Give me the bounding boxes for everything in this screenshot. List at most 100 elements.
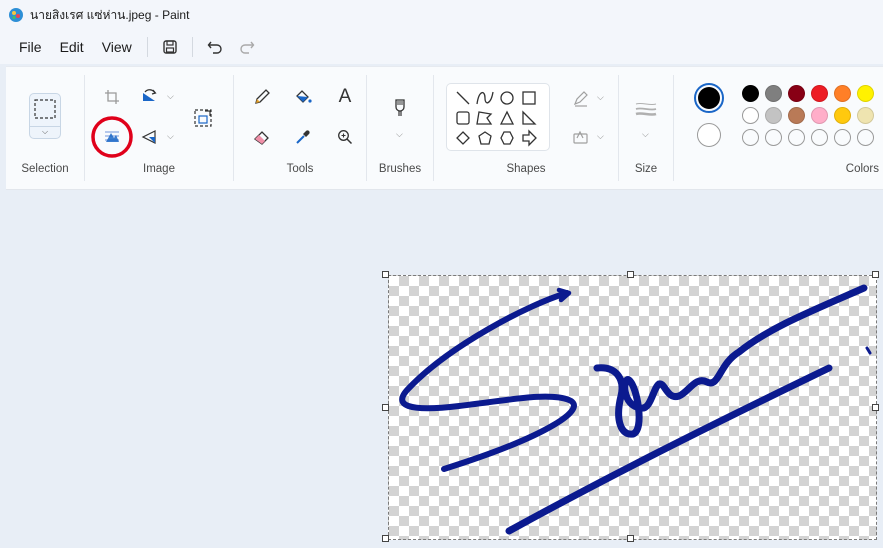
size-group: ⌵ Size <box>619 67 673 189</box>
rounded-rectangle-shape-icon <box>456 111 470 125</box>
color-swatch[interactable] <box>788 107 805 124</box>
window-title: นายสิงเรศ แซ่ห่าน.jpeg - Paint <box>30 7 190 22</box>
selection-button[interactable]: ⌵ <box>29 93 61 139</box>
triangle-shape-icon <box>499 110 515 125</box>
curve-shape-icon <box>476 91 494 105</box>
rotate-chevron-icon[interactable]: ⌵ <box>167 91 174 102</box>
flip-icon <box>141 130 156 144</box>
chevron-down-icon: ⌵ <box>30 126 60 137</box>
crop-icon <box>105 90 119 104</box>
color-swatch[interactable] <box>834 107 851 124</box>
color-swatch[interactable] <box>857 107 874 124</box>
menu-edit[interactable]: Edit <box>51 39 93 55</box>
resize-icon <box>194 109 212 127</box>
fill-tool[interactable] <box>289 83 317 111</box>
brushes-label: Brushes <box>378 163 422 175</box>
size-button[interactable] <box>632 95 660 123</box>
size-label: Size <box>634 163 658 175</box>
color-swatch[interactable] <box>834 85 851 102</box>
brushes-group: ⌵ Brushes <box>367 67 433 189</box>
menu-view[interactable]: View <box>93 39 141 55</box>
diamond-shape-icon <box>456 131 470 145</box>
paint-app-icon <box>9 8 23 22</box>
empty-color-slot[interactable] <box>765 129 782 146</box>
shape-fill-button[interactable] <box>567 123 595 151</box>
colors-label: Colors <box>845 163 879 175</box>
color-swatch[interactable] <box>788 85 805 102</box>
canvas-area[interactable] <box>6 191 883 548</box>
color-swatch[interactable] <box>742 107 759 124</box>
resize-handle-middle-right[interactable] <box>872 404 879 411</box>
magnifier-tool[interactable] <box>331 123 359 151</box>
color-swatch[interactable] <box>811 85 828 102</box>
resize-handle-top-center[interactable] <box>627 271 634 278</box>
resize-handle-top-right[interactable] <box>872 271 879 278</box>
brush-icon <box>395 99 405 116</box>
resize-button[interactable] <box>189 104 217 132</box>
hexagon-shape-icon <box>500 131 514 145</box>
title-bar: นายสิงเรศ แซ่ห่าน.jpeg - Paint <box>0 0 883 30</box>
line-shape-icon <box>456 91 470 105</box>
image-canvas[interactable] <box>388 275 877 540</box>
eraser-icon <box>253 131 269 145</box>
color-swatch[interactable] <box>742 85 759 102</box>
rectangle-shape-icon <box>522 91 536 105</box>
resize-handle-bottom-center[interactable] <box>627 535 634 542</box>
color-swatch[interactable] <box>857 85 874 102</box>
empty-color-slot[interactable] <box>788 129 805 146</box>
outline-chevron-icon[interactable]: ⌵ <box>597 92 604 103</box>
resize-handle-bottom-left[interactable] <box>382 535 389 542</box>
shape-fill-chevron-icon[interactable]: ⌵ <box>597 131 604 142</box>
outline-button[interactable] <box>567 85 595 113</box>
pencil-tool[interactable] <box>248 83 276 111</box>
shapes-group: ⌵ ⌵ Shapes <box>434 67 618 189</box>
selection-label: Selection <box>21 163 69 175</box>
tools-group: A Tools <box>234 67 366 189</box>
save-icon[interactable] <box>156 33 184 61</box>
color-swatch[interactable] <box>765 85 782 102</box>
oval-shape-icon <box>500 91 514 105</box>
rotate-icon <box>143 89 157 101</box>
shape-fill-icon <box>573 130 588 144</box>
menu-bar: File Edit View <box>0 30 883 64</box>
brushes-chevron-icon[interactable]: ⌵ <box>396 129 403 140</box>
flip-chevron-icon[interactable]: ⌵ <box>167 131 174 142</box>
colors-group: Colors <box>674 67 883 189</box>
text-tool[interactable]: A <box>331 83 359 111</box>
resize-handle-middle-left[interactable] <box>382 404 389 411</box>
redo-icon[interactable] <box>233 33 261 61</box>
resize-handle-top-left[interactable] <box>382 271 389 278</box>
size-chevron-icon[interactable]: ⌵ <box>642 129 649 140</box>
shapes-gallery[interactable] <box>446 83 550 151</box>
polygon-shape-icon <box>476 111 493 125</box>
fill-bucket-icon <box>296 90 312 103</box>
pentagon-shape-icon <box>478 131 492 145</box>
crop-button[interactable] <box>98 83 126 111</box>
empty-color-slot[interactable] <box>742 129 759 146</box>
eraser-tool[interactable] <box>248 123 276 151</box>
menu-file[interactable]: File <box>10 39 51 55</box>
color-swatch[interactable] <box>811 107 828 124</box>
shapes-label: Shapes <box>506 163 546 175</box>
brushes-button[interactable] <box>386 95 414 123</box>
color-picker-tool[interactable] <box>289 123 317 151</box>
right-triangle-shape-icon <box>522 110 537 125</box>
signature-stroke[interactable] <box>389 276 878 541</box>
color-swatch[interactable] <box>765 107 782 124</box>
tools-label: Tools <box>286 163 314 175</box>
empty-color-slot[interactable] <box>834 129 851 146</box>
empty-color-slot[interactable] <box>811 129 828 146</box>
flip-button[interactable] <box>136 123 164 151</box>
rotate-button[interactable] <box>136 83 164 111</box>
primary-color[interactable] <box>694 83 724 113</box>
image-group: ⌵ ⌵ Image <box>85 67 233 189</box>
highlight-circle <box>91 116 133 158</box>
arrow-shape-icon <box>522 129 537 147</box>
undo-icon[interactable] <box>201 33 229 61</box>
secondary-color[interactable] <box>697 123 721 147</box>
ribbon: ⌵ Selection ⌵ ⌵ Image A Tools ⌵ Brushes … <box>6 66 883 190</box>
empty-color-slot[interactable] <box>857 129 874 146</box>
line-size-icon <box>635 102 657 116</box>
pencil-icon <box>255 89 270 104</box>
magnifier-icon <box>338 130 353 145</box>
